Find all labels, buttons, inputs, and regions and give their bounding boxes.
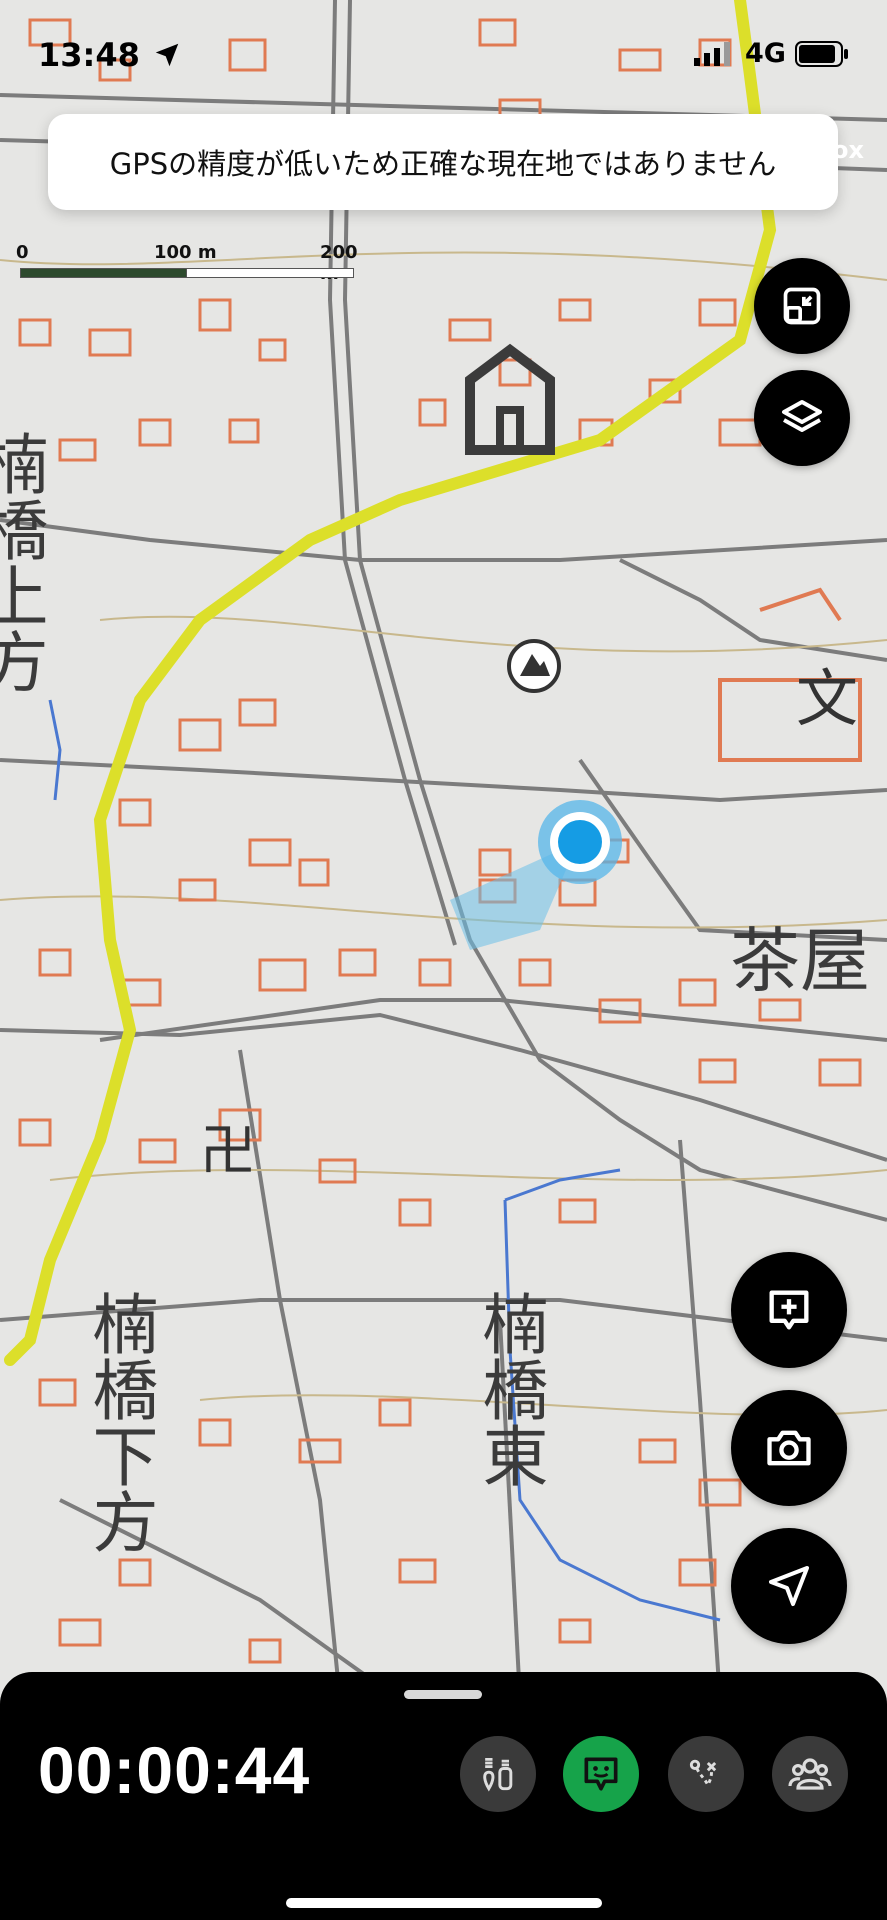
summit-icon[interactable] bbox=[507, 639, 561, 693]
group-icon bbox=[788, 1758, 832, 1790]
battery-icon bbox=[795, 41, 848, 67]
locate-icon bbox=[769, 1566, 809, 1606]
status-bar: 13:48 4G bbox=[0, 30, 887, 80]
scale-label-100: 100 m bbox=[154, 242, 217, 263]
gps-accuracy-toast: GPSの精度が低いため正確な現在地ではありません bbox=[48, 114, 838, 210]
chat-button[interactable] bbox=[563, 1736, 639, 1812]
collapse-map-button[interactable] bbox=[754, 258, 850, 354]
add-note-icon bbox=[769, 1290, 809, 1330]
layers-icon bbox=[782, 400, 822, 432]
map-attribution: ox bbox=[832, 136, 864, 164]
place-label-kusuhashi-higashi: 楠橋東 bbox=[472, 1290, 549, 1488]
elapsed-time: 00:00:44 bbox=[38, 1733, 311, 1807]
panel-drag-handle[interactable] bbox=[404, 1690, 482, 1699]
layers-button[interactable] bbox=[754, 370, 850, 466]
collapse-map-icon bbox=[783, 287, 821, 325]
toast-message: GPSの精度が低いため正確な現在地ではありません bbox=[109, 147, 777, 181]
recording-panel: 00:00:44 bbox=[0, 1672, 887, 1920]
school-symbol: 文 bbox=[796, 662, 858, 735]
place-label-chaya: 茶屋 bbox=[730, 920, 870, 1002]
home-indicator[interactable] bbox=[286, 1898, 602, 1908]
svg-text:卍: 卍 bbox=[200, 1119, 256, 1184]
group-button[interactable] bbox=[772, 1736, 848, 1812]
route-icon bbox=[689, 1759, 717, 1786]
signal-icon bbox=[694, 42, 730, 66]
location-arrow-icon bbox=[155, 43, 179, 67]
altitude-icon bbox=[483, 1757, 513, 1792]
scale-segment-light bbox=[186, 268, 354, 278]
place-label-kusuhashi-shimokata: 楠橋下方 bbox=[82, 1290, 159, 1554]
route-button[interactable] bbox=[668, 1736, 744, 1812]
altitude-button[interactable] bbox=[460, 1736, 536, 1812]
place-label-kusuhashi-kamikata: 楠橋上方 bbox=[0, 430, 49, 694]
scale-bar: 0 100 m 200 m bbox=[16, 242, 358, 284]
camera-icon bbox=[767, 1430, 811, 1466]
scale-label-0: 0 bbox=[16, 242, 29, 263]
network-type: 4G bbox=[745, 38, 786, 69]
status-time: 13:48 bbox=[38, 36, 140, 74]
add-note-button[interactable] bbox=[731, 1252, 847, 1368]
temple-symbol: 卍 bbox=[200, 1119, 256, 1184]
chat-icon bbox=[584, 1757, 618, 1791]
scale-segment-dark bbox=[20, 268, 188, 278]
camera-button[interactable] bbox=[731, 1390, 847, 1506]
locate-button[interactable] bbox=[731, 1528, 847, 1644]
svg-text:文: 文 bbox=[796, 662, 858, 735]
current-location-marker[interactable] bbox=[538, 800, 622, 884]
